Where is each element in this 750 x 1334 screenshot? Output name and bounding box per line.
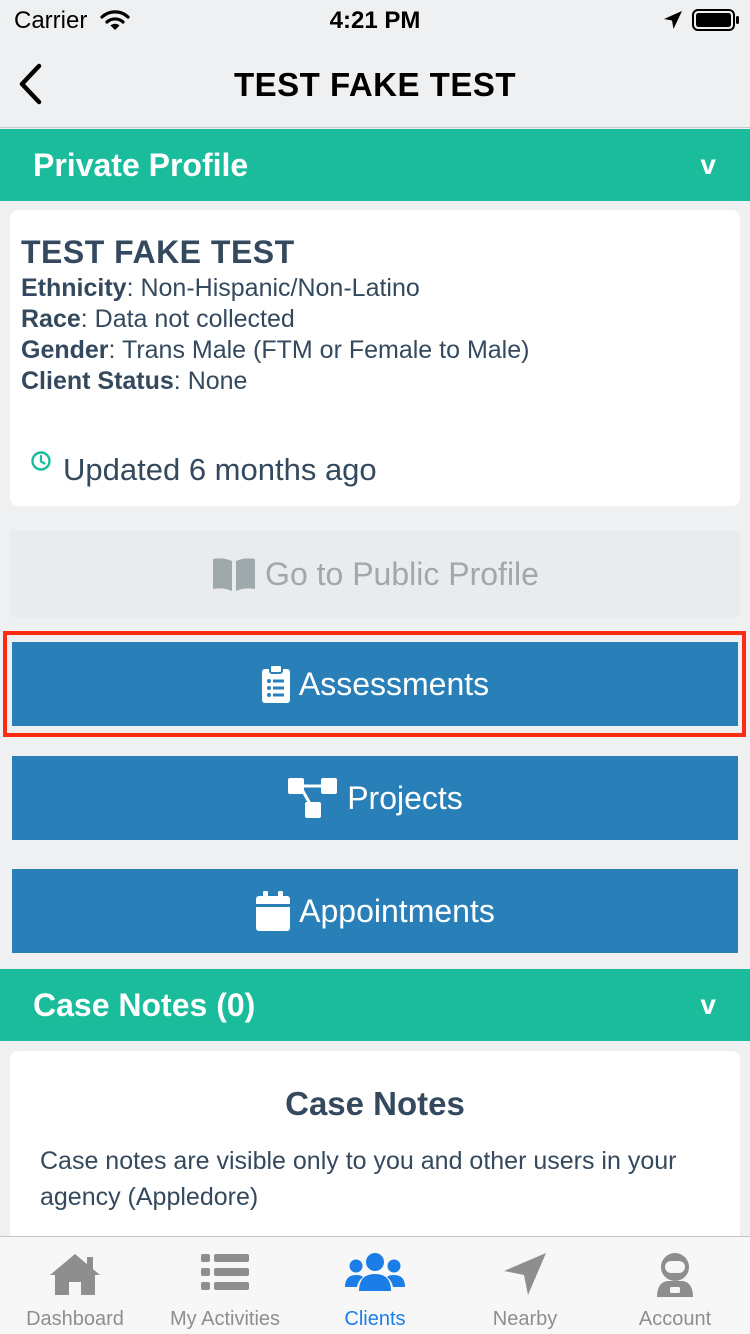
location-services-icon bbox=[663, 10, 683, 35]
tab-nearby[interactable]: Nearby bbox=[450, 1237, 600, 1334]
status-bar: Carrier 4:21 PM bbox=[0, 0, 750, 40]
book-open-icon bbox=[211, 556, 257, 592]
clock-icon bbox=[30, 450, 52, 477]
client-status-value: : None bbox=[173, 367, 248, 395]
collapse-chevron-icon[interactable]: v bbox=[700, 989, 716, 1021]
navigation-bar: TEST FAKE TEST bbox=[0, 40, 750, 128]
calendar-icon bbox=[255, 890, 291, 932]
page-title: TEST FAKE TEST bbox=[233, 66, 517, 103]
ethnicity-value: : Non-Hispanic/Non-Latino bbox=[126, 274, 420, 302]
tab-label: Clients bbox=[344, 1308, 406, 1330]
tab-my-activities[interactable]: My Activities bbox=[150, 1237, 300, 1334]
users-icon bbox=[300, 1251, 450, 1299]
tab-label: Nearby bbox=[492, 1308, 558, 1330]
updated-timestamp: Updated 6 months ago bbox=[63, 452, 377, 487]
list-icon bbox=[150, 1251, 300, 1299]
projects-button[interactable]: Projects bbox=[12, 756, 738, 840]
ethnicity-label: Ethnicity bbox=[21, 274, 127, 302]
profile-card: TEST FAKE TEST Ethnicity: Non-Hispanic/N… bbox=[10, 210, 740, 506]
tab-clients[interactable]: Clients bbox=[300, 1237, 450, 1334]
race-label: Race bbox=[21, 305, 81, 333]
appointments-label: Appointments bbox=[299, 892, 495, 929]
client-status-label: Client Status bbox=[21, 367, 174, 395]
tab-label: My Activities bbox=[169, 1308, 281, 1330]
case-notes-title: Case Notes bbox=[285, 1085, 465, 1122]
clock: 4:21 PM bbox=[329, 7, 421, 34]
tab-label: Account bbox=[638, 1308, 712, 1330]
location-arrow-icon bbox=[450, 1251, 600, 1299]
go-to-public-profile-button[interactable]: Go to Public Profile bbox=[10, 531, 740, 617]
tab-account[interactable]: Account bbox=[600, 1237, 750, 1334]
race-value: : Data not collected bbox=[80, 305, 295, 333]
tab-label: Dashboard bbox=[26, 1308, 124, 1330]
sitemap-icon bbox=[287, 777, 339, 819]
go-to-public-profile-label: Go to Public Profile bbox=[265, 555, 539, 592]
home-icon bbox=[0, 1251, 150, 1299]
clipboard-list-icon bbox=[261, 664, 291, 704]
projects-label: Projects bbox=[347, 779, 463, 816]
private-profile-label: Private Profile bbox=[33, 147, 249, 183]
collapse-chevron-icon[interactable]: v bbox=[700, 149, 716, 181]
case-notes-header[interactable]: Case Notes (0) v bbox=[0, 969, 750, 1041]
client-name: TEST FAKE TEST bbox=[21, 234, 295, 270]
gender-label: Gender bbox=[21, 336, 109, 364]
gender-row: Gender: Trans Male (FTM or Female to Mal… bbox=[21, 336, 529, 365]
race-row: Race: Data not collected bbox=[21, 305, 295, 334]
assessments-button[interactable]: Assessments bbox=[12, 642, 738, 726]
case-notes-header-label: Case Notes (0) bbox=[33, 987, 256, 1023]
tab-bar: Dashboard My Activities Clients Nearby A… bbox=[0, 1236, 750, 1334]
case-notes-card: Case Notes Case notes are visible only t… bbox=[10, 1051, 740, 1251]
tab-dashboard[interactable]: Dashboard bbox=[0, 1237, 150, 1334]
private-profile-header[interactable]: Private Profile v bbox=[0, 129, 750, 201]
appointments-button[interactable]: Appointments bbox=[12, 869, 738, 953]
assessments-label: Assessments bbox=[298, 665, 490, 702]
gender-value: : Trans Male (FTM or Female to Male) bbox=[108, 336, 530, 364]
ethnicity-row: Ethnicity: Non-Hispanic/Non-Latino bbox=[21, 274, 420, 303]
battery-icon bbox=[692, 9, 740, 36]
case-notes-description: Case notes are visible only to you and o… bbox=[40, 1147, 677, 1211]
client-status-row: Client Status: None bbox=[21, 367, 247, 396]
astronaut-icon bbox=[600, 1251, 750, 1299]
